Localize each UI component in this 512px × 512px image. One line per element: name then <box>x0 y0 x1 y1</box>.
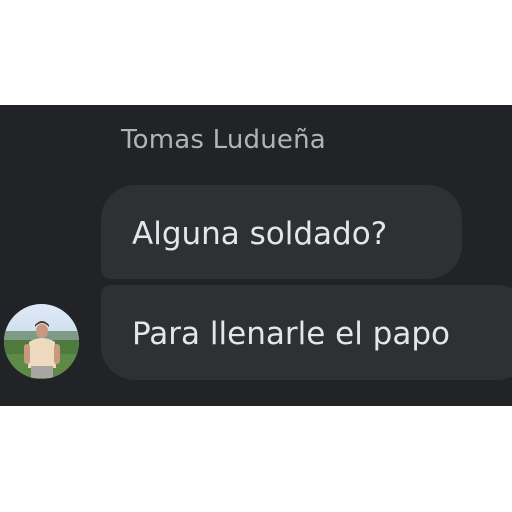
avatar[interactable] <box>4 304 79 379</box>
message-text: Para llenarle el papo <box>132 316 450 352</box>
avatar-photo-icon <box>4 304 79 379</box>
message-text: Alguna soldado? <box>132 216 388 252</box>
message-bubble[interactable]: Alguna soldado? <box>101 185 462 279</box>
message-bubble[interactable]: Para llenarle el papo <box>101 285 512 380</box>
sender-name: Tomas Ludueña <box>121 125 326 155</box>
